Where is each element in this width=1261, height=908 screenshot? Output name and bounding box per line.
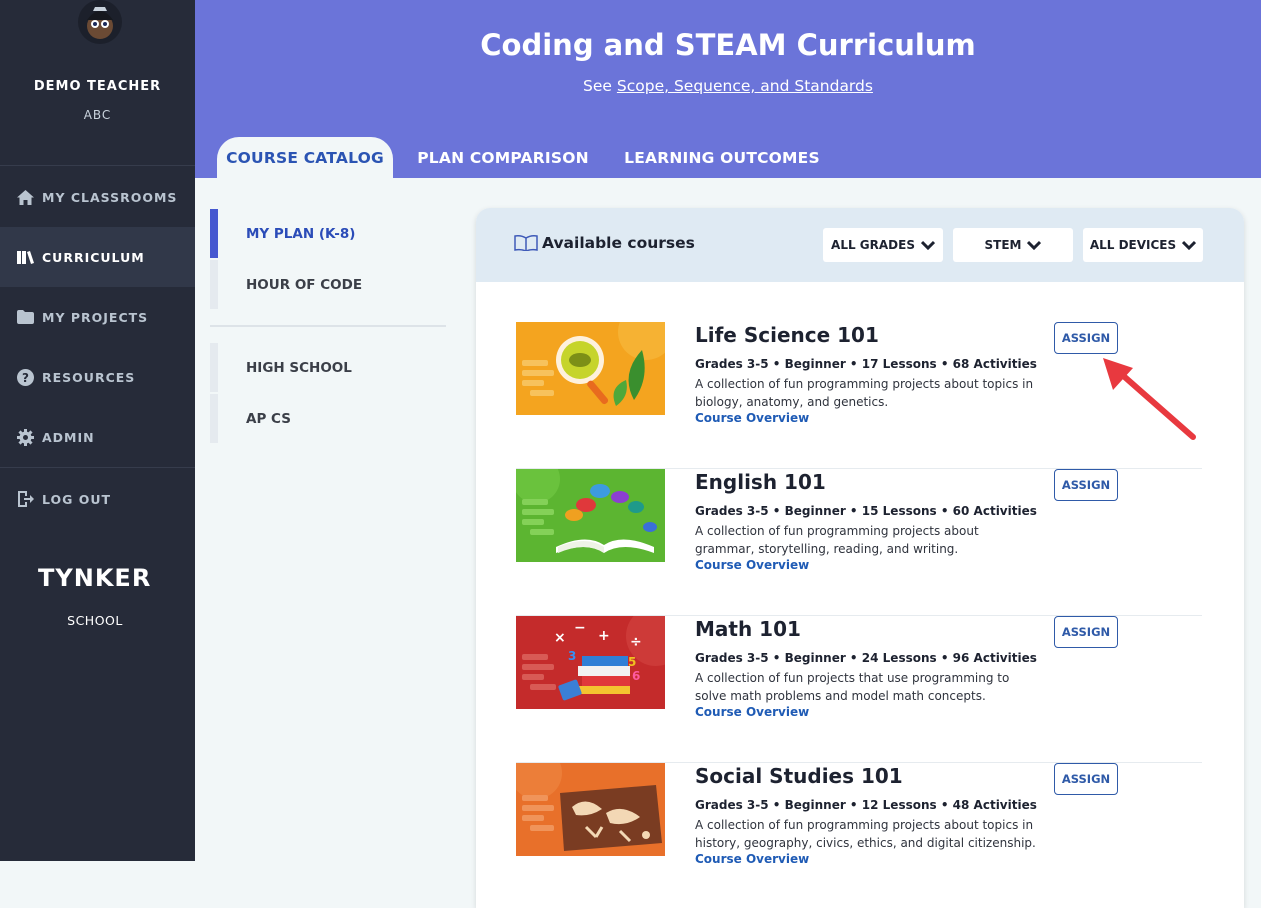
english-illustration [516,469,665,562]
logout-icon [16,490,34,508]
course-thumbnail[interactable]: × − + ÷ 3 5 6 [516,616,665,709]
subnav-high-school[interactable]: HIGH SCHOOL [210,343,446,392]
filter-label: ALL GRADES [831,238,915,252]
user-name: DEMO TEACHER [33,79,162,94]
sidebar: DEMO TEACHER ABC MY CLASSROOMS CURRICULU… [0,0,195,861]
svg-text:3: 3 [568,649,576,663]
chevron-down-icon [1027,240,1042,250]
course-card-math: × − + ÷ 3 5 6 Math 101 Grades 3-5 • Begi… [516,616,1202,763]
subnav-hour-of-code[interactable]: HOUR OF CODE [210,260,446,309]
sidebar-divider [0,165,195,166]
sidebar-item-resources[interactable]: ? RESOURCES [0,347,195,407]
svg-text:−: − [574,620,586,636]
course-thumbnail[interactable] [516,763,665,856]
course-thumbnail[interactable] [516,322,665,415]
course-title: Life Science 101 [695,323,879,347]
course-description: A collection of fun programming projects… [695,818,1036,850]
social-studies-illustration [516,763,665,856]
course-title: English 101 [695,470,826,494]
filter-label: ALL DEVICES [1089,238,1177,252]
page-header: Coding and STEAM Curriculum See Scope, S… [195,0,1261,178]
scope-sequence-link[interactable]: Scope, Sequence, and Standards [617,77,873,95]
subnav-ap-cs[interactable]: AP CS [210,394,446,443]
course-title: Math 101 [695,617,801,641]
avatar[interactable] [78,0,122,44]
page-subtitle: See Scope, Sequence, and Standards [195,77,1261,95]
math-illustration: × − + ÷ 3 5 6 [516,616,665,709]
course-thumbnail[interactable] [516,469,665,562]
grades-filter-dropdown[interactable]: ALL GRADES [823,228,943,262]
svg-text:+: + [598,628,610,644]
assign-button[interactable]: ASSIGN [1054,469,1118,501]
logo-text: TYNKER [38,564,151,592]
course-meta: Grades 3-5 • Beginner • 12 Lessons • 48 … [695,798,1037,812]
course-overview-link[interactable]: Course Overview [695,705,809,719]
panel-header: Available courses ALL GRADES STEM ALL DE… [476,208,1244,282]
course-title: Social Studies 101 [695,764,903,788]
subject-filter-dropdown[interactable]: STEM [953,228,1073,262]
sidebar-item-admin[interactable]: ADMIN [0,407,195,467]
tab-learning-outcomes[interactable]: LEARNING OUTCOMES [613,137,831,178]
tynker-logo[interactable]: TYNKER [38,560,153,594]
user-org: ABC [83,108,112,122]
svg-text:÷: ÷ [630,634,642,650]
sidebar-item-label: RESOURCES [42,369,136,385]
chevron-down-icon [1182,240,1197,250]
course-overview-link[interactable]: Course Overview [695,558,809,572]
panel-title: Available courses [514,234,695,252]
course-description: A collection of fun programming projects… [695,524,979,556]
svg-text:?: ? [22,371,29,385]
home-icon [16,188,34,206]
question-icon: ? [16,368,34,386]
tab-course-catalog[interactable]: COURSE CATALOG [217,137,393,178]
subnav-my-plan[interactable]: MY PLAN (K-8) [210,209,446,258]
book-icon [16,248,34,266]
course-overview-link[interactable]: Course Overview [695,852,809,866]
life-science-illustration [516,322,665,415]
sidebar-item-label: LOG OUT [42,491,112,507]
sidebar-item-curriculum[interactable]: CURRICULUM [0,227,195,287]
filter-label: STEM [984,238,1022,252]
svg-text:6: 6 [632,669,640,683]
course-description: A collection of fun programming projects… [695,377,1034,409]
assign-button[interactable]: ASSIGN [1054,322,1118,354]
chevron-down-icon [920,240,935,250]
sidebar-item-label: MY PROJECTS [42,309,149,325]
page-title: Coding and STEAM Curriculum [480,28,976,62]
folder-icon [16,308,34,326]
sidebar-item-my-projects[interactable]: MY PROJECTS [0,287,195,347]
course-card-social-studies: Social Studies 101 Grades 3-5 • Beginner… [516,763,1202,908]
subtitle-prefix: See [583,77,617,95]
gear-icon [16,428,34,446]
course-catalog-panel: Available courses ALL GRADES STEM ALL DE… [476,208,1244,908]
sidebar-divider [0,467,195,468]
course-overview-link[interactable]: Course Overview [695,411,809,425]
devices-filter-dropdown[interactable]: ALL DEVICES [1083,228,1203,262]
assign-button[interactable]: ASSIGN [1054,763,1118,795]
course-meta: Grades 3-5 • Beginner • 17 Lessons • 68 … [695,357,1037,371]
panel-title-text: Available courses [542,234,695,252]
course-description: A collection of fun projects that use pr… [695,671,1010,703]
svg-text:5: 5 [628,655,636,669]
course-meta: Grades 3-5 • Beginner • 15 Lessons • 60 … [695,504,1037,518]
assign-button[interactable]: ASSIGN [1054,616,1118,648]
svg-text:×: × [554,630,566,646]
sidebar-item-label: ADMIN [42,429,95,445]
sidebar-item-log-out[interactable]: LOG OUT [0,469,195,529]
subnav-divider [210,325,446,327]
logo-subtitle: SCHOOL [67,613,123,628]
sidebar-item-label: CURRICULUM [42,249,145,265]
tab-plan-comparison[interactable]: PLAN COMPARISON [407,137,599,178]
annotation-arrow-icon [1103,358,1196,440]
open-book-icon [514,235,538,251]
course-card-english: English 101 Grades 3-5 • Beginner • 15 L… [516,469,1202,616]
course-meta: Grades 3-5 • Beginner • 24 Lessons • 96 … [695,651,1037,665]
sidebar-item-label: MY CLASSROOMS [42,189,178,205]
sidebar-item-my-classrooms[interactable]: MY CLASSROOMS [0,167,195,227]
